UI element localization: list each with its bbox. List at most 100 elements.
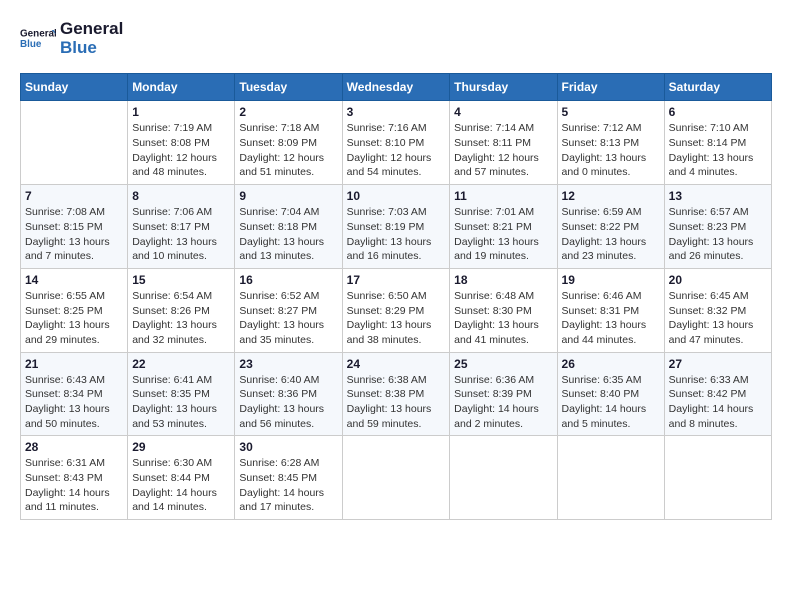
day-info: Sunrise: 7:14 AM Sunset: 8:11 PM Dayligh… <box>454 121 552 180</box>
day-number: 5 <box>562 105 660 119</box>
day-info: Sunrise: 6:46 AM Sunset: 8:31 PM Dayligh… <box>562 289 660 348</box>
day-number: 12 <box>562 189 660 203</box>
day-info: Sunrise: 7:08 AM Sunset: 8:15 PM Dayligh… <box>25 205 123 264</box>
day-info: Sunrise: 6:38 AM Sunset: 8:38 PM Dayligh… <box>347 373 446 432</box>
header-day-wednesday: Wednesday <box>342 74 450 101</box>
calendar-cell <box>557 436 664 520</box>
day-number: 22 <box>132 357 230 371</box>
svg-text:General: General <box>20 28 56 39</box>
day-info: Sunrise: 6:55 AM Sunset: 8:25 PM Dayligh… <box>25 289 123 348</box>
day-number: 18 <box>454 273 552 287</box>
calendar-cell: 29Sunrise: 6:30 AM Sunset: 8:44 PM Dayli… <box>128 436 235 520</box>
calendar-cell: 9 Sunrise: 7:04 AM Sunset: 8:18 PM Daylig… <box>235 185 342 269</box>
calendar-cell: 11 Sunrise: 7:01 AM Sunset: 8:21 PM Dayli… <box>450 185 557 269</box>
day-number: 4 <box>454 105 552 119</box>
logo-svg: General Blue <box>20 21 56 57</box>
day-info: Sunrise: 6:57 AM Sunset: 8:23 PM Dayligh… <box>669 205 767 264</box>
calendar-cell: 22 Sunrise: 6:41 AM Sunset: 8:35 PM Dayli… <box>128 352 235 436</box>
day-number: 8 <box>132 189 230 203</box>
day-number: 11 <box>454 189 552 203</box>
calendar-cell: 6 Sunrise: 7:10 AM Sunset: 8:14 PM Daylig… <box>664 101 771 185</box>
calendar-cell: 8 Sunrise: 7:06 AM Sunset: 8:17 PM Daylig… <box>128 185 235 269</box>
calendar-cell: 19 Sunrise: 6:46 AM Sunset: 8:31 PM Dayli… <box>557 268 664 352</box>
day-info: Sunrise: 7:06 AM Sunset: 8:17 PM Dayligh… <box>132 205 230 264</box>
week-row-5: 28 Sunrise: 6:31 AM Sunset: 8:43 PM Dayli… <box>21 436 772 520</box>
week-row-3: 14 Sunrise: 6:55 AM Sunset: 8:25 PM Dayli… <box>21 268 772 352</box>
calendar-cell: 5Sunrise: 7:12 AM Sunset: 8:13 PM Daylig… <box>557 101 664 185</box>
day-info: Sunrise: 6:33 AM Sunset: 8:42 PM Dayligh… <box>669 373 767 432</box>
calendar-cell: 20 Sunrise: 6:45 AM Sunset: 8:32 PM Dayli… <box>664 268 771 352</box>
day-info: Sunrise: 7:16 AM Sunset: 8:10 PM Dayligh… <box>347 121 446 180</box>
header-row: SundayMondayTuesdayWednesdayThursdayFrid… <box>21 74 772 101</box>
day-info: Sunrise: 6:45 AM Sunset: 8:32 PM Dayligh… <box>669 289 767 348</box>
day-info: Sunrise: 6:52 AM Sunset: 8:27 PM Dayligh… <box>239 289 337 348</box>
day-info: Sunrise: 7:03 AM Sunset: 8:19 PM Dayligh… <box>347 205 446 264</box>
calendar-cell: 3 Sunrise: 7:16 AM Sunset: 8:10 PM Daylig… <box>342 101 450 185</box>
calendar-cell: 24 Sunrise: 6:38 AM Sunset: 8:38 PM Dayli… <box>342 352 450 436</box>
day-info: Sunrise: 6:40 AM Sunset: 8:36 PM Dayligh… <box>239 373 337 432</box>
day-info: Sunrise: 6:50 AM Sunset: 8:29 PM Dayligh… <box>347 289 446 348</box>
day-number: 25 <box>454 357 552 371</box>
day-info: Sunrise: 7:04 AM Sunset: 8:18 PM Dayligh… <box>239 205 337 264</box>
day-info: Sunrise: 7:10 AM Sunset: 8:14 PM Dayligh… <box>669 121 767 180</box>
calendar-cell: 16 Sunrise: 6:52 AM Sunset: 8:27 PM Dayli… <box>235 268 342 352</box>
day-number: 1 <box>132 105 230 119</box>
calendar-cell <box>21 101 128 185</box>
calendar-cell: 13 Sunrise: 6:57 AM Sunset: 8:23 PM Dayli… <box>664 185 771 269</box>
calendar-header: SundayMondayTuesdayWednesdayThursdayFrid… <box>21 74 772 101</box>
calendar-cell: 12 Sunrise: 6:59 AM Sunset: 8:22 PM Dayli… <box>557 185 664 269</box>
header-day-thursday: Thursday <box>450 74 557 101</box>
day-number: 28 <box>25 440 123 454</box>
calendar-cell: 28 Sunrise: 6:31 AM Sunset: 8:43 PM Dayli… <box>21 436 128 520</box>
day-info: Sunrise: 6:41 AM Sunset: 8:35 PM Dayligh… <box>132 373 230 432</box>
calendar-cell <box>664 436 771 520</box>
day-number: 10 <box>347 189 446 203</box>
day-number: 16 <box>239 273 337 287</box>
header-day-monday: Monday <box>128 74 235 101</box>
day-number: 14 <box>25 273 123 287</box>
calendar-body: 1 Sunrise: 7:19 AM Sunset: 8:08 PM Daylig… <box>21 101 772 520</box>
calendar-cell: 21Sunrise: 6:43 AM Sunset: 8:34 PM Dayli… <box>21 352 128 436</box>
calendar-cell: 30Sunrise: 6:28 AM Sunset: 8:45 PM Dayli… <box>235 436 342 520</box>
calendar-table: SundayMondayTuesdayWednesdayThursdayFrid… <box>20 73 772 520</box>
header-day-friday: Friday <box>557 74 664 101</box>
header-day-tuesday: Tuesday <box>235 74 342 101</box>
day-number: 19 <box>562 273 660 287</box>
day-number: 27 <box>669 357 767 371</box>
day-number: 2 <box>239 105 337 119</box>
day-number: 6 <box>669 105 767 119</box>
day-number: 23 <box>239 357 337 371</box>
day-number: 9 <box>239 189 337 203</box>
day-number: 3 <box>347 105 446 119</box>
header-day-sunday: Sunday <box>21 74 128 101</box>
day-info: Sunrise: 6:31 AM Sunset: 8:43 PM Dayligh… <box>25 456 123 515</box>
day-info: Sunrise: 6:35 AM Sunset: 8:40 PM Dayligh… <box>562 373 660 432</box>
week-row-2: 7Sunrise: 7:08 AM Sunset: 8:15 PM Daylig… <box>21 185 772 269</box>
day-info: Sunrise: 7:01 AM Sunset: 8:21 PM Dayligh… <box>454 205 552 264</box>
day-number: 24 <box>347 357 446 371</box>
day-number: 15 <box>132 273 230 287</box>
day-info: Sunrise: 6:30 AM Sunset: 8:44 PM Dayligh… <box>132 456 230 515</box>
header-day-saturday: Saturday <box>664 74 771 101</box>
day-number: 20 <box>669 273 767 287</box>
calendar-cell: 10 Sunrise: 7:03 AM Sunset: 8:19 PM Dayli… <box>342 185 450 269</box>
calendar-cell: 18 Sunrise: 6:48 AM Sunset: 8:30 PM Dayli… <box>450 268 557 352</box>
calendar-cell <box>450 436 557 520</box>
calendar-cell: 14 Sunrise: 6:55 AM Sunset: 8:25 PM Dayli… <box>21 268 128 352</box>
logo: General Blue General Blue <box>20 20 123 57</box>
page-header: General Blue General Blue <box>20 20 772 57</box>
calendar-cell: 4 Sunrise: 7:14 AM Sunset: 8:11 PM Daylig… <box>450 101 557 185</box>
calendar-cell: 17Sunrise: 6:50 AM Sunset: 8:29 PM Dayli… <box>342 268 450 352</box>
day-info: Sunrise: 7:19 AM Sunset: 8:08 PM Dayligh… <box>132 121 230 180</box>
day-info: Sunrise: 6:54 AM Sunset: 8:26 PM Dayligh… <box>132 289 230 348</box>
day-number: 30 <box>239 440 337 454</box>
calendar-cell: 27 Sunrise: 6:33 AM Sunset: 8:42 PM Dayli… <box>664 352 771 436</box>
calendar-cell: 7Sunrise: 7:08 AM Sunset: 8:15 PM Daylig… <box>21 185 128 269</box>
day-info: Sunrise: 6:48 AM Sunset: 8:30 PM Dayligh… <box>454 289 552 348</box>
calendar-cell: 15 Sunrise: 6:54 AM Sunset: 8:26 PM Dayli… <box>128 268 235 352</box>
day-number: 13 <box>669 189 767 203</box>
day-info: Sunrise: 6:59 AM Sunset: 8:22 PM Dayligh… <box>562 205 660 264</box>
calendar-cell: 26Sunrise: 6:35 AM Sunset: 8:40 PM Dayli… <box>557 352 664 436</box>
calendar-cell: 23 Sunrise: 6:40 AM Sunset: 8:36 PM Dayli… <box>235 352 342 436</box>
week-row-4: 21Sunrise: 6:43 AM Sunset: 8:34 PM Dayli… <box>21 352 772 436</box>
